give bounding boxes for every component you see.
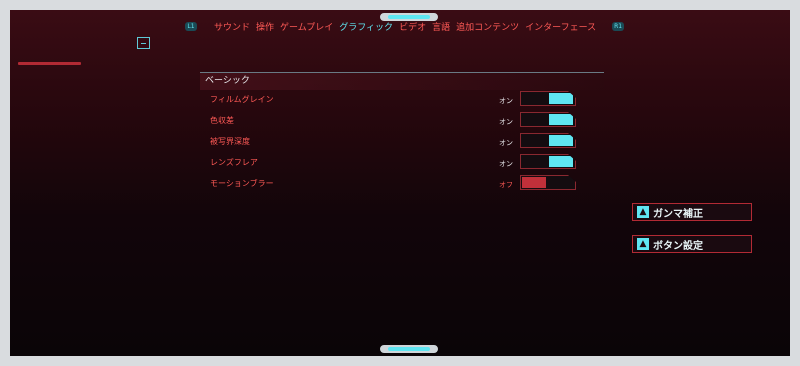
toggle-fill — [549, 114, 573, 125]
setting-row-chromatic-aberration: 色収差 オン — [200, 112, 604, 133]
button-settings-label: ボタン設定 — [653, 240, 703, 252]
tab-interface[interactable]: インターフェース — [525, 20, 596, 33]
setting-label: 被写界深度 — [210, 137, 250, 146]
setting-state: オン — [499, 160, 513, 168]
toggle-fill — [522, 177, 546, 188]
basic-settings-section: ベーシック フィルムグレイン オン 色収差 オン 被写界深度 オン レンズフレア… — [200, 72, 604, 196]
gamma-correction-label: ガンマ補正 — [653, 208, 703, 220]
setting-state: オン — [499, 118, 513, 126]
tab-video[interactable]: ビデオ — [399, 20, 426, 33]
setting-state: オン — [499, 97, 513, 105]
watermark: BUZZmag.com — [373, 356, 427, 364]
chromatic-aberration-toggle[interactable] — [520, 112, 576, 127]
setting-row-motion-blur: モーションブラー オフ — [200, 175, 604, 196]
collapse-icon[interactable] — [137, 37, 150, 49]
toggle-fill — [549, 156, 573, 167]
tab-graphics[interactable]: グラフィック — [339, 20, 393, 33]
lens-flare-toggle[interactable] — [520, 154, 576, 169]
setting-row-film-grain: フィルムグレイン オン — [200, 91, 604, 112]
hud-progress-bar — [18, 62, 81, 65]
setting-state: オン — [499, 139, 513, 147]
section-title: ベーシック — [200, 72, 604, 90]
motion-blur-toggle[interactable] — [520, 175, 576, 190]
tab-gameplay[interactable]: ゲームプレイ — [280, 20, 333, 33]
tab-bar: L1 サウンド 操作 ゲームプレイ グラフィック ビデオ 言語 追加コンテンツ … — [185, 19, 625, 33]
button-settings-button[interactable]: ▲ ボタン設定 — [632, 235, 752, 253]
tab-dlc[interactable]: 追加コンテンツ — [456, 20, 519, 33]
setting-label: フィルムグレイン — [210, 95, 274, 104]
depth-of-field-toggle[interactable] — [520, 133, 576, 148]
setting-row-depth-of-field: 被写界深度 オン — [200, 133, 604, 154]
setting-label: 色収差 — [210, 116, 234, 125]
tabs-list: サウンド 操作 ゲームプレイ グラフィック ビデオ 言語 追加コンテンツ インタ… — [214, 20, 596, 33]
film-grain-toggle[interactable] — [520, 91, 576, 106]
controller-button-icon: ▲ — [637, 206, 649, 218]
game-settings-window: L1 サウンド 操作 ゲームプレイ グラフィック ビデオ 言語 追加コンテンツ … — [10, 10, 790, 356]
setting-label: レンズフレア — [210, 158, 258, 167]
left-bumper-icon[interactable]: L1 — [185, 21, 197, 31]
setting-state: オフ — [499, 181, 513, 189]
toggle-fill — [549, 93, 573, 104]
tab-language[interactable]: 言語 — [432, 20, 450, 33]
right-bumper-icon[interactable]: R1 — [612, 21, 625, 31]
gamma-correction-button[interactable]: ▲ ガンマ補正 — [632, 203, 752, 221]
setting-label: モーションブラー — [210, 179, 274, 188]
bottom-notch — [380, 345, 438, 353]
setting-row-lens-flare: レンズフレア オン — [200, 154, 604, 175]
tab-sound[interactable]: サウンド — [214, 20, 250, 33]
tab-controls[interactable]: 操作 — [256, 20, 274, 33]
toggle-fill — [549, 135, 573, 146]
controller-button-icon: ▲ — [637, 238, 649, 250]
